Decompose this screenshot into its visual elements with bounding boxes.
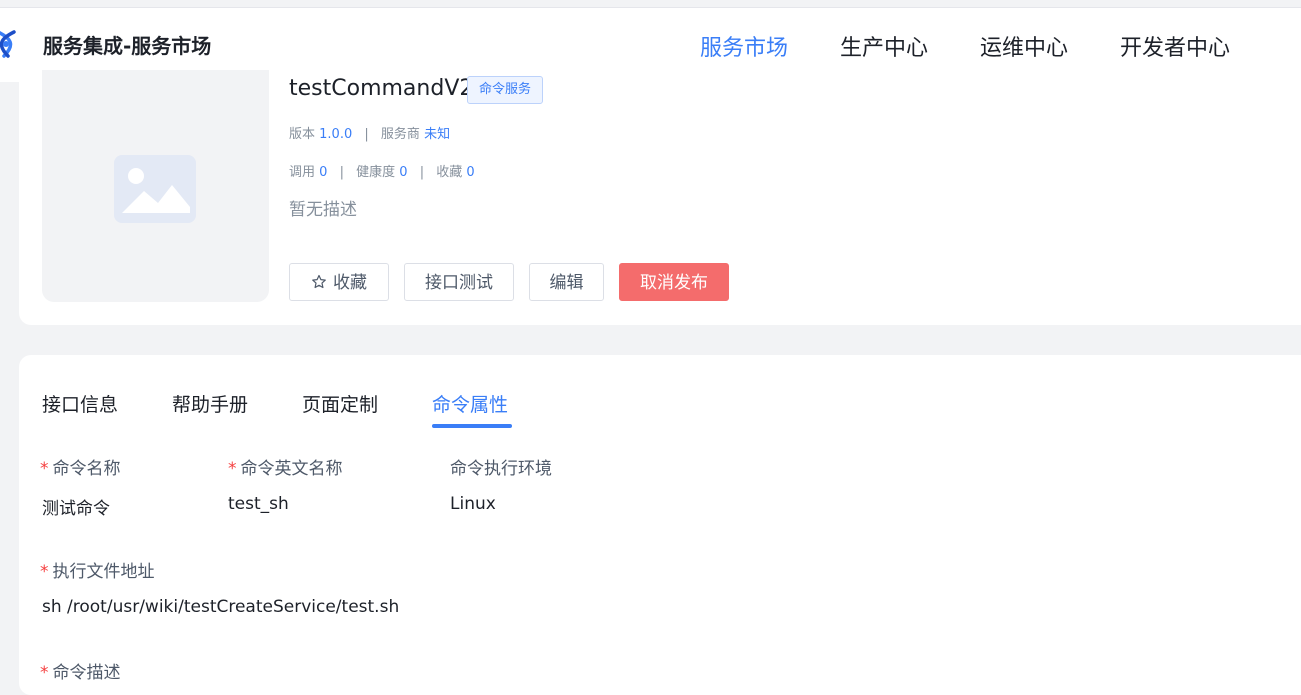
version-value: 1.0.0	[319, 127, 353, 142]
favorite-button-label: 收藏	[333, 273, 367, 293]
unpublish-button[interactable]: 取消发布	[619, 263, 729, 301]
nav-developer-center[interactable]: 开发者中心	[1120, 30, 1230, 62]
command-en-name-label-text: 命令英文名称	[240, 459, 343, 479]
star-icon	[312, 274, 326, 289]
favorites-value: 0	[466, 165, 475, 180]
meta-separator: |	[419, 165, 425, 180]
health-value: 0	[399, 165, 408, 180]
nav-ops-center[interactable]: 运维中心	[980, 30, 1068, 62]
exec-path-label: * 执行文件地址	[40, 557, 155, 582]
meta-separator: |	[364, 127, 369, 142]
service-description: 暂无描述	[289, 200, 357, 220]
meta-separator: |	[339, 165, 344, 180]
exec-path-value: sh /root/usr/wiki/testCreateService/test…	[42, 597, 400, 617]
service-version-provider: 版本 1.0.0 | 服务商 未知	[289, 123, 450, 142]
tab-help-manual[interactable]: 帮助手册	[172, 390, 248, 417]
exec-path-label-text: 执行文件地址	[52, 562, 155, 582]
required-mark: *	[228, 459, 237, 479]
provider-label: 服务商	[380, 127, 420, 142]
service-name: testCommandV2	[289, 76, 474, 101]
edit-button[interactable]: 编辑	[529, 263, 604, 301]
app-title: 服务集成-服务市场	[43, 34, 212, 58]
calls-label: 调用	[289, 165, 316, 180]
command-desc-label: * 命令描述	[40, 658, 121, 683]
nav-production-center[interactable]: 生产中心	[840, 30, 928, 62]
nav-service-market[interactable]: 服务市场	[700, 30, 788, 62]
command-name-value: 测试命令	[42, 499, 110, 519]
required-mark: *	[40, 663, 49, 683]
tab-command-properties[interactable]: 命令属性	[432, 390, 508, 417]
service-stats: 调用 0 | 健康度 0 | 收藏 0	[289, 161, 475, 180]
favorite-button[interactable]: 收藏	[289, 263, 389, 301]
exec-env-label: 命令执行环境	[450, 459, 552, 479]
logo-icon	[0, 30, 16, 58]
command-desc-label-text: 命令描述	[52, 663, 121, 683]
command-name-label: * 命令名称	[40, 454, 121, 479]
tab-interface-info[interactable]: 接口信息	[42, 390, 118, 417]
command-name-label-text: 命令名称	[52, 459, 121, 479]
service-type-badge: 命令服务	[467, 76, 544, 104]
provider-value: 未知	[424, 127, 451, 142]
calls-value: 0	[319, 165, 328, 180]
version-label: 版本	[289, 127, 316, 142]
top-strip	[0, 0, 1301, 7]
health-label: 健康度	[356, 165, 396, 180]
tab-active-underline	[432, 424, 512, 428]
favorites-label: 收藏	[436, 165, 463, 180]
required-mark: *	[40, 459, 49, 479]
command-en-name-value: test_sh	[228, 494, 289, 514]
tab-page-customization[interactable]: 页面定制	[302, 390, 378, 417]
command-en-name-label: * 命令英文名称	[228, 454, 343, 479]
image-placeholder-icon	[114, 155, 196, 223]
api-test-button[interactable]: 接口测试	[404, 263, 514, 301]
exec-env-value: Linux	[450, 494, 496, 514]
required-mark: *	[40, 562, 49, 582]
